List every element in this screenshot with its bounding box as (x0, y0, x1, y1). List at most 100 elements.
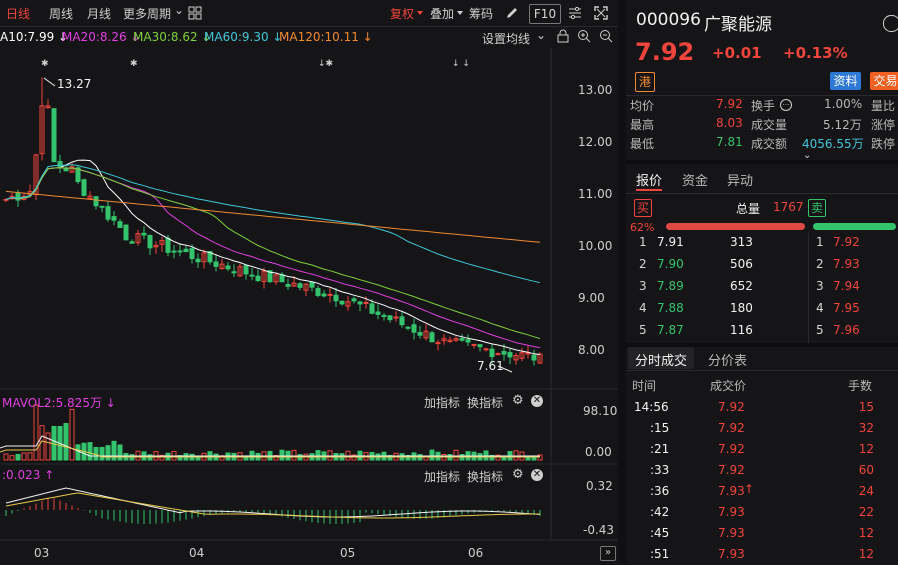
macd-gear-icon[interactable]: ⚙ (512, 467, 524, 482)
bid-volume: 180 (730, 301, 753, 315)
volume-close-icon[interactable]: ✕ (531, 395, 543, 407)
ma-settings-chevron-icon[interactable]: ⌄ (536, 28, 546, 42)
macd-dif-line (5, 487, 541, 518)
ma-settings-button[interactable]: 设置均线 (482, 30, 530, 47)
volume-gear-icon[interactable]: ⚙ (512, 393, 524, 408)
bid-row[interactable]: 3 7.89 652 3 7.94 (626, 276, 898, 298)
expand-icon[interactable] (594, 6, 608, 20)
info-button[interactable]: 资料 (830, 72, 861, 90)
macd-switch-indicator[interactable]: 换指标 (467, 468, 503, 485)
adjust-menu[interactable]: 复权 (390, 5, 414, 22)
price-tick: 9.00 (578, 291, 605, 305)
more-periods-menu[interactable]: 更多周期 (123, 5, 171, 22)
more-periods-chevron-icon[interactable]: ⌄ (174, 3, 184, 17)
volume-add-indicator[interactable]: 加指标 (424, 394, 460, 411)
candle (489, 348, 495, 358)
macd-axis-tick: 0.32 (586, 479, 613, 493)
total-volume-label: 总量 (736, 202, 761, 216)
ma120-label: MA120:10.11 ↓ (279, 30, 373, 44)
macd-add-indicator[interactable]: 加指标 (424, 468, 460, 485)
high-pointer (43, 77, 56, 87)
high-annotation: 13.27 (57, 77, 92, 91)
turnover-info-icon[interactable]: ··· (780, 99, 792, 111)
settings-sliders-icon[interactable] (568, 6, 582, 20)
candle (465, 339, 471, 343)
more-circle-icon[interactable] (883, 15, 898, 32)
overlay-menu[interactable]: 叠加 (430, 5, 454, 22)
bid-row[interactable]: 5 7.87 116 5 7.96 (626, 320, 898, 342)
candle (471, 343, 477, 346)
adjust-caret-icon[interactable] (417, 11, 423, 15)
trade-row: 14:56 7.92 15 (626, 397, 898, 418)
candle (315, 288, 321, 296)
ask-level: 5 (816, 323, 824, 337)
zoom-out-icon[interactable] (599, 29, 613, 46)
bid-row[interactable]: 2 7.90 506 2 7.93 (626, 254, 898, 276)
volume-bar (99, 446, 105, 461)
bid-row[interactable]: 4 7.88 180 4 7.95 (626, 298, 898, 320)
candle (93, 196, 99, 207)
trade-price: 7.92 (718, 400, 745, 414)
buy-ratio-bar (666, 223, 805, 230)
macd-close-icon[interactable]: ✕ (531, 469, 543, 481)
trade-row: :33 7.92 60 (626, 460, 898, 481)
grid-icon[interactable] (188, 6, 202, 20)
volume-bar (429, 449, 435, 461)
candle (393, 316, 399, 319)
ask-price: 7.94 (833, 279, 860, 293)
trade-volume: 32 (858, 421, 874, 435)
trade-price: 7.93 (718, 484, 745, 498)
tab-quote[interactable]: 报价 (636, 170, 662, 189)
ma60-label: MA60:9.30 ↓ (204, 30, 283, 44)
scroll-end-button[interactable]: » (600, 546, 616, 561)
lock-icon[interactable] (556, 29, 570, 46)
stat-label: 涨停 (871, 118, 896, 132)
event-marker: ↓ ↓ (452, 59, 470, 69)
bid-row[interactable]: 1 7.91 313 1 7.92 (626, 232, 898, 254)
total-volume-value: 1767 (773, 200, 804, 214)
low-annotation: 7.61 (477, 359, 504, 373)
ask-level: 3 (816, 279, 824, 293)
candle (195, 258, 201, 263)
candle (321, 293, 327, 297)
chips-button[interactable]: 筹码 (469, 5, 493, 22)
volume-bar (279, 449, 285, 461)
volume-bar (9, 455, 15, 461)
bid-price: 7.91 (657, 235, 684, 249)
sell-tag: 卖 (808, 199, 826, 217)
volume-bar (105, 445, 111, 461)
volume-bar (453, 449, 459, 461)
zoom-in-icon[interactable] (577, 29, 591, 46)
bid-volume: 313 (730, 235, 753, 249)
trade-volume: 12 (858, 526, 874, 540)
candle (381, 314, 387, 317)
tab-ticks[interactable]: 分时成交 (635, 350, 687, 369)
volume-switch-indicator[interactable]: 换指标 (467, 394, 503, 411)
tab-funds[interactable]: 资金 (682, 170, 708, 189)
buy-tag: 买 (634, 199, 652, 217)
f10-button[interactable]: F10 (529, 4, 561, 24)
bid-level: 2 (639, 257, 647, 271)
splitter[interactable] (618, 0, 626, 563)
tab-price-table[interactable]: 分价表 (708, 350, 747, 369)
trade-price: 7.93 (718, 547, 745, 561)
overlay-caret-icon[interactable] (457, 11, 463, 15)
volume-bar (21, 452, 27, 461)
period-week-tab[interactable]: 周线 (49, 5, 73, 22)
trade-volume: 22 (858, 505, 874, 519)
volume-bar (27, 452, 33, 461)
trade-row: :45 7.93 12 (626, 523, 898, 544)
trade-button[interactable]: 交易 (870, 72, 898, 90)
trade-price: 7.92 (718, 442, 745, 456)
candle (51, 108, 57, 163)
tab-movement[interactable]: 异动 (727, 170, 753, 189)
kline-chart[interactable]: ✱ ✱ ↓✱ ↓ ↓ (0, 48, 618, 563)
candle (459, 338, 465, 341)
pen-icon[interactable] (505, 6, 519, 20)
period-month-tab[interactable]: 月线 (87, 5, 111, 22)
candle (249, 274, 255, 277)
candle (369, 303, 375, 314)
period-day-tab[interactable]: 日线 (6, 5, 30, 22)
candle (147, 234, 153, 249)
candle (399, 316, 405, 326)
